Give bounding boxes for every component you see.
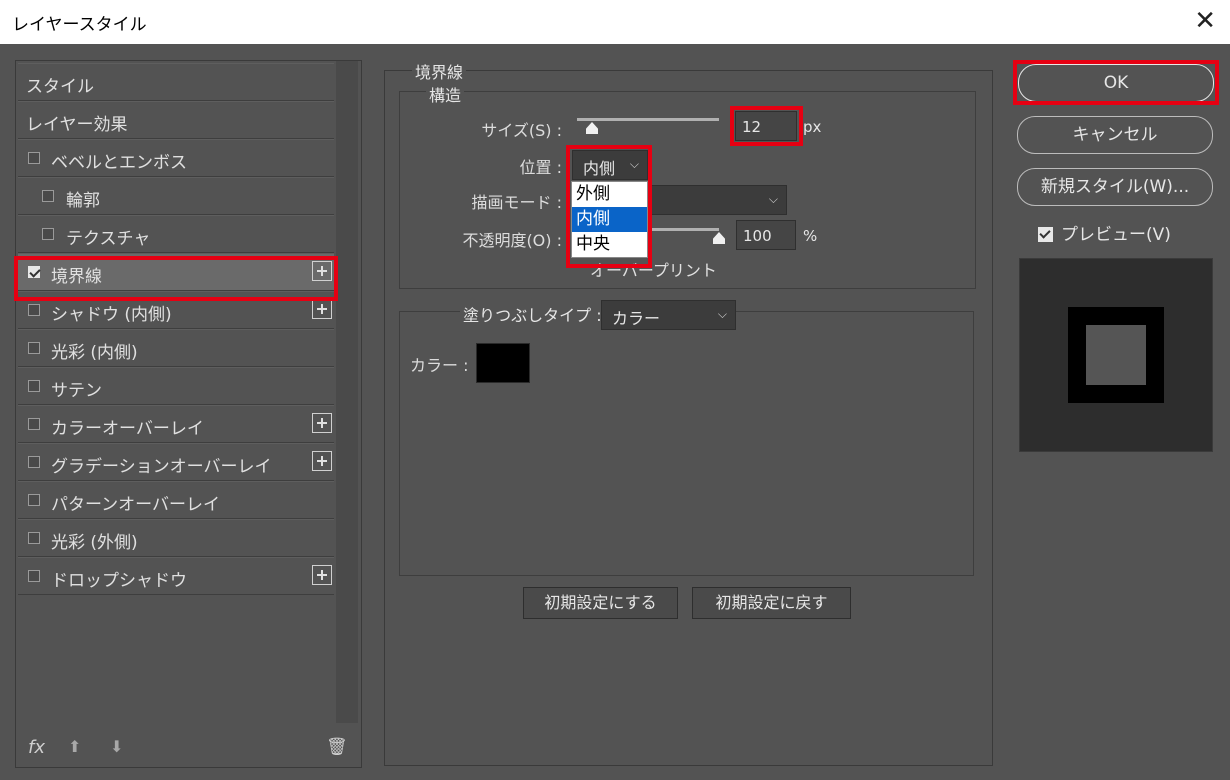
position-option[interactable]: 中央 (572, 232, 647, 257)
ok-button[interactable]: OK (1018, 64, 1214, 102)
overprint-label[interactable]: オーバープリント (590, 257, 717, 281)
blend-mode-select[interactable]: ⌵ (648, 185, 787, 215)
preview-fill (1086, 325, 1146, 385)
window-title: レイヤースタイル (12, 15, 147, 35)
add-effect-icon[interactable] (312, 413, 332, 433)
add-effect-icon[interactable] (312, 451, 332, 471)
effect-item-label: 光彩 (内側) (51, 343, 138, 363)
effects-toolbar: fx ⬆ ⬇ 🗑 (26, 733, 348, 761)
position-option[interactable]: 内側 (572, 207, 647, 232)
effect-item[interactable]: シャドウ (内側) (18, 291, 334, 329)
checkbox-checked-icon[interactable] (28, 266, 40, 278)
size-slider-track[interactable] (577, 118, 719, 121)
checkbox-icon[interactable] (28, 418, 40, 430)
checkbox-icon[interactable] (28, 456, 40, 468)
size-unit: px (803, 118, 822, 136)
effect-item[interactable]: ドロップシャドウ (18, 557, 334, 595)
position-label: 位置 : (519, 158, 562, 177)
new-style-button[interactable]: 新規スタイル(W)... (1017, 168, 1213, 206)
checkbox-icon[interactable] (28, 532, 40, 544)
checkbox-icon[interactable] (28, 304, 40, 316)
cancel-button[interactable]: キャンセル (1017, 116, 1213, 154)
effect-item-label: 光彩 (外側) (51, 533, 138, 553)
effect-item[interactable]: 光彩 (外側) (18, 519, 334, 557)
add-effect-icon[interactable] (312, 565, 332, 585)
effect-item[interactable]: レイヤー効果 (18, 101, 334, 139)
effects-list-panel: スタイルレイヤー効果ベベルとエンボス輪郭テクスチャ境界線シャドウ (内側) 光彩 … (15, 60, 362, 768)
effect-item[interactable]: 光彩 (内側) (18, 329, 334, 367)
fill-type-select[interactable]: カラー ⌵ (601, 300, 736, 330)
preview-checkbox[interactable]: プレビュー(V) (1038, 220, 1171, 245)
position-select-value: 内側 (583, 159, 616, 178)
checkbox-icon[interactable] (28, 380, 40, 392)
effect-item[interactable]: サテン (18, 367, 334, 405)
effect-item-label: テクスチャ (66, 229, 151, 249)
effect-item-label: レイヤー効果 (26, 115, 128, 135)
fill-type-label: 塗りつぶしタイプ : (460, 302, 605, 326)
effect-item[interactable]: ベベルとエンボス (18, 139, 334, 177)
effect-item-label: シャドウ (内側) (51, 305, 172, 325)
effect-item[interactable]: スタイル (18, 63, 334, 101)
effect-item-label: 境界線 (51, 267, 102, 287)
position-option[interactable]: 外側 (572, 182, 647, 207)
stroke-group-title: 境界線 (412, 59, 467, 83)
reset-to-default-button[interactable]: 初期設定に戻す (692, 587, 851, 619)
add-effect-icon[interactable] (312, 261, 332, 281)
effect-item-label: パターンオーバーレイ (51, 495, 220, 515)
title-bar: レイヤースタイル ✕ (0, 0, 1230, 44)
blend-mode-label: 描画モード : (471, 193, 562, 212)
checkbox-icon[interactable] (42, 190, 54, 202)
preview-label: プレビュー(V) (1061, 225, 1171, 245)
opacity-slider-track[interactable] (648, 228, 719, 231)
effect-item[interactable]: グラデーションオーバーレイ (18, 443, 334, 481)
size-label: サイズ(S) : (481, 121, 562, 140)
chevron-down-icon: ⌵ (768, 192, 778, 206)
trash-icon[interactable]: 🗑 (326, 737, 348, 757)
effect-item[interactable]: カラーオーバーレイ (18, 405, 334, 443)
checkbox-icon[interactable] (28, 152, 40, 164)
position-select[interactable]: 内側 ⌵ (572, 150, 648, 180)
opacity-label: 不透明度(O) : (462, 231, 562, 250)
effect-item-label: サテン (51, 381, 102, 401)
effect-item[interactable]: 境界線 (18, 253, 334, 291)
move-up-icon[interactable]: ⬆ (68, 737, 81, 756)
effect-item[interactable]: テクスチャ (18, 215, 334, 253)
checkbox-icon[interactable] (28, 494, 40, 506)
fill-type-value: カラー (612, 309, 661, 328)
effect-item-label: スタイル (26, 77, 94, 97)
close-icon[interactable]: ✕ (1194, 6, 1216, 36)
checkbox-icon[interactable] (28, 342, 40, 354)
preview-stroke (1068, 307, 1164, 403)
style-preview (1019, 258, 1213, 452)
checkbox-icon[interactable] (42, 228, 54, 240)
color-swatch[interactable] (476, 343, 530, 383)
effect-item[interactable]: 輪郭 (18, 177, 334, 215)
checkbox-checked-icon (1038, 227, 1053, 242)
chevron-down-icon: ⌵ (629, 157, 639, 171)
checkbox-icon[interactable] (28, 570, 40, 582)
color-label: カラー : (410, 356, 469, 375)
effect-item-label: 輪郭 (66, 191, 100, 211)
opacity-input[interactable]: 100 (736, 220, 796, 250)
size-input[interactable]: 12 (735, 111, 797, 141)
fx-button[interactable]: fx (28, 737, 45, 758)
move-down-icon[interactable]: ⬇ (110, 737, 123, 756)
effect-item-label: ベベルとエンボス (51, 153, 187, 173)
effects-list: スタイルレイヤー効果ベベルとエンボス輪郭テクスチャ境界線シャドウ (内側) 光彩 … (18, 63, 334, 595)
opacity-unit: % (803, 227, 818, 245)
effect-item-label: カラーオーバーレイ (51, 419, 204, 439)
chevron-down-icon: ⌵ (717, 307, 727, 321)
position-dropdown: 外側 内側 中央 (571, 181, 648, 258)
effect-item[interactable]: パターンオーバーレイ (18, 481, 334, 519)
structure-title: 構造 (426, 82, 465, 106)
effects-list-scrollbar[interactable] (336, 61, 358, 723)
effect-item-label: ドロップシャドウ (51, 571, 187, 591)
add-effect-icon[interactable] (312, 299, 332, 319)
make-default-button[interactable]: 初期設定にする (523, 587, 678, 619)
effect-item-label: グラデーションオーバーレイ (51, 457, 272, 477)
